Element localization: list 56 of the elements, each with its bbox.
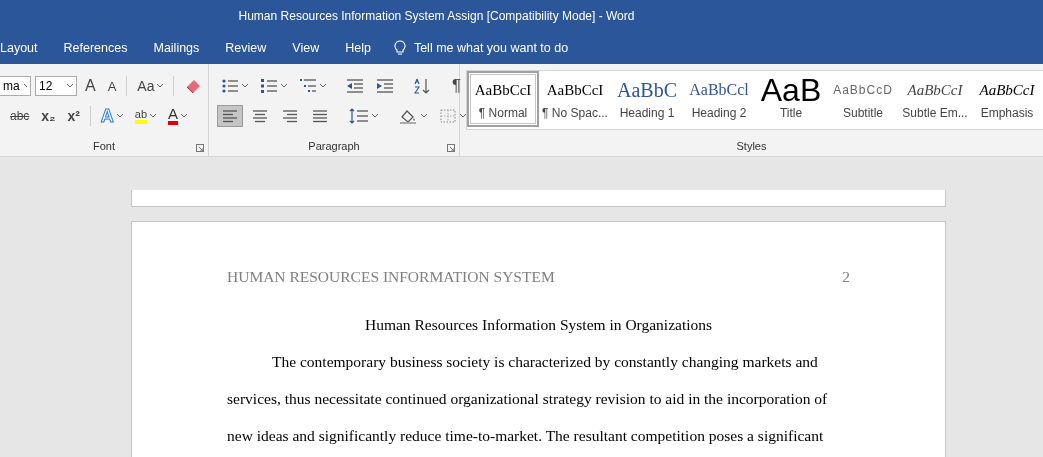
align-right-icon [281, 108, 299, 124]
dialog-launcher-icon[interactable] [447, 144, 455, 152]
multilevel-list-icon [299, 78, 317, 94]
ribbon-tab[interactable]: Mailings [140, 41, 213, 55]
font-size-field[interactable]: 12 [35, 76, 77, 96]
decrease-indent-icon [346, 78, 364, 94]
text-effects-icon: A [100, 105, 114, 127]
toolbar-button[interactable]: A [164, 105, 192, 127]
style-item[interactable]: AaBbCcI Subtle Em... [899, 71, 971, 127]
toolbar-button[interactable]: A [81, 75, 100, 97]
window-title: Human Resources Information System Assign [Compatibility Mode] - Word [238, 9, 635, 23]
grow-font-icon: A [85, 77, 96, 95]
borders-icon [439, 108, 457, 124]
change-case-icon: Aa [137, 78, 155, 94]
style-item[interactable]: AaBbCcD Subtitle [827, 71, 899, 127]
font-name-field[interactable]: ma [0, 76, 31, 96]
style-item[interactable]: AaBbC Heading 1 [611, 71, 683, 127]
group-label: Paragraph [307, 139, 361, 154]
paint-bucket-icon [398, 108, 418, 124]
group-label: Styles [735, 139, 768, 154]
dialog-launcher-icon[interactable] [196, 144, 204, 152]
toolbar-button[interactable]: ab [130, 105, 161, 127]
ribbon-tab[interactable]: References [50, 41, 141, 55]
style-item[interactable]: AaBbCcI ¶ Normal [467, 71, 539, 127]
paragraph-line: new ideas and significantly reduce time-to-market. The resultant competition poses a significant [227, 426, 825, 446]
style-item[interactable]: AaBbCcl Heading 2 [683, 71, 755, 127]
tell-me-field[interactable]: Tell me what you want to do [413, 41, 569, 55]
sort-icon [414, 78, 432, 94]
toolbar-button[interactable]: A [103, 75, 121, 97]
numbered-list-icon [260, 78, 278, 94]
ribbon-tab[interactable]: View [279, 41, 333, 55]
group-label: Font [92, 139, 116, 154]
document-heading: Human Resources Information System in Organizations [363, 315, 714, 335]
shrink-font-icon: A [107, 78, 117, 94]
page-number: 2 [842, 268, 850, 286]
toolbar-button[interactable]: Aa [133, 75, 168, 97]
eraser-icon [184, 78, 203, 94]
line-spacing-icon [349, 108, 369, 124]
align-left-icon [221, 108, 239, 124]
justify-icon [311, 108, 329, 124]
alignment-button[interactable] [217, 105, 243, 127]
ribbon-tab[interactable]: Review [212, 41, 280, 55]
ribbon-tab[interactable]: Help [332, 41, 384, 55]
paragraph-line: services, thus necessitate continued organizational strategy revision to aid in the incorporation of [227, 389, 829, 409]
running-header: HUMAN RESOURCES INFORMATION SYSTEM [227, 268, 555, 286]
increase-indent-icon [376, 78, 394, 94]
ribbon-tab[interactable]: Layout [0, 41, 51, 55]
toolbar-button[interactable]: ¶ [448, 75, 466, 97]
style-item[interactable]: AaBbCcI ¶ No Spac... [539, 71, 611, 127]
style-item[interactable]: AaBbCcI Emphasis [971, 71, 1043, 127]
bullet-list-icon [221, 78, 239, 94]
lightbulb-icon [393, 40, 406, 56]
pilcrow-icon: ¶ [452, 76, 462, 96]
style-item[interactable]: AaB Title [755, 71, 827, 127]
paragraph-line: The contemporary business society is characterized by constantly changing markets and [271, 352, 819, 372]
align-center-icon [251, 108, 269, 124]
